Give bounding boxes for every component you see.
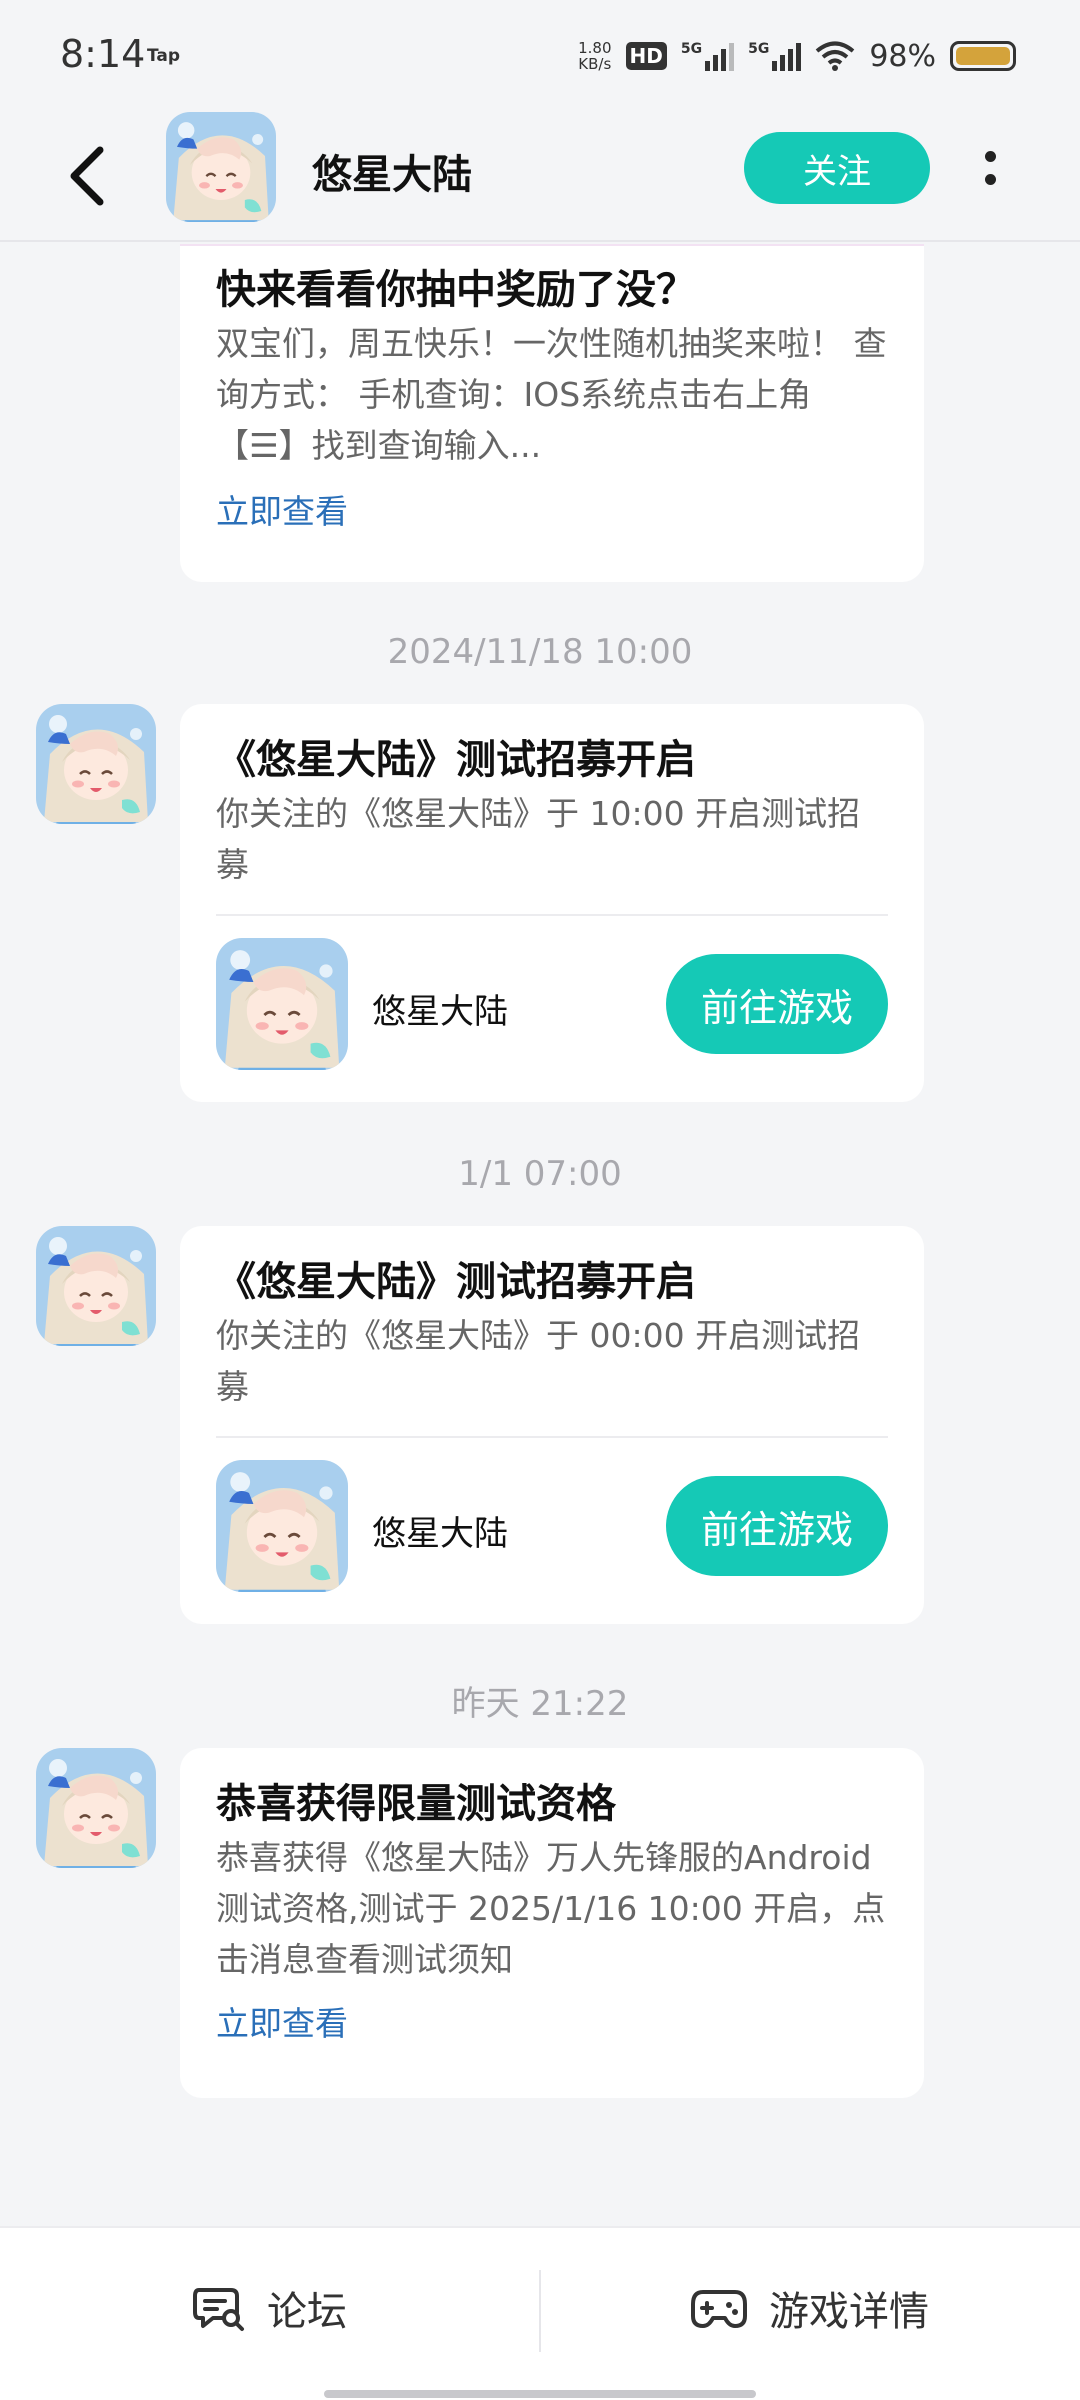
game-details-tab[interactable]: 游戏详情 xyxy=(540,2228,1080,2388)
status-time: 8:14 xyxy=(60,32,146,76)
more-dot-icon xyxy=(984,174,996,185)
network-speed: 1.80 KB/s xyxy=(578,40,611,72)
game-details-label: 游戏详情 xyxy=(769,2289,929,2335)
status-bar: 8:14 Tap 1.80 KB/s HD 5G 5G 98% xyxy=(0,0,1080,112)
message-card[interactable]: 恭喜获得限量测试资格 恭喜获得《悠星大陆》万人先锋服的Android测试资格,测… xyxy=(180,1748,924,2098)
sim1-network-type: 5G xyxy=(680,41,703,57)
forum-tab[interactable]: 论坛 xyxy=(0,2228,540,2388)
message-body: 双宝们，周五快乐！一次性随机抽奖来啦！ 查询方式： 手机查询：IOS系统点击右上… xyxy=(216,324,887,465)
game-icon[interactable] xyxy=(216,938,348,1070)
status-indicators: 1.80 KB/s HD 5G 5G 98% xyxy=(578,34,1016,78)
follow-button[interactable]: 关注 xyxy=(744,132,930,204)
message-title: 恭喜获得限量测试资格 xyxy=(216,1781,616,1827)
message-body: 你关注的《悠星大陆》于 00:00 开启测试招募 xyxy=(216,1316,861,1406)
message-card[interactable]: 《悠星大陆》测试招募开启 你关注的《悠星大陆》于 00:00 开启测试招募 悠星… xyxy=(180,1226,924,1624)
game-avatar[interactable] xyxy=(166,112,276,222)
view-now-link[interactable]: 立即查看 xyxy=(216,487,888,537)
sender-avatar[interactable] xyxy=(36,704,156,824)
game-name: 悠星大陆 xyxy=(372,992,508,1032)
signal-icon-sim2: 5G xyxy=(748,41,802,71)
gamepad-icon xyxy=(691,2290,747,2328)
sim2-network-type: 5G xyxy=(748,41,770,57)
go-to-game-button[interactable]: 前往游戏 xyxy=(666,1476,888,1576)
message-card[interactable]: 快来看看你抽中奖励了没？ 双宝们，周五快乐！一次性随机抽奖来啦！ 查询方式： 手… xyxy=(180,244,924,582)
battery-icon xyxy=(950,41,1016,71)
message-title: 《悠星大陆》测试招募开启 xyxy=(216,1259,696,1305)
wifi-icon xyxy=(816,41,855,71)
message-timestamp: 2024/11/18 10:00 xyxy=(387,632,693,672)
game-icon[interactable] xyxy=(216,1460,348,1592)
message-title: 《悠星大陆》测试招募开启 xyxy=(216,737,696,783)
network-speed-unit: KB/s xyxy=(578,55,612,73)
back-button[interactable] xyxy=(56,136,116,216)
chevron-left-icon xyxy=(70,146,104,206)
chat-header: 悠星大陆 关注 xyxy=(0,112,1080,242)
more-dot-icon xyxy=(984,151,996,162)
page-title: 悠星大陆 xyxy=(312,152,472,198)
go-to-game-button[interactable]: 前往游戏 xyxy=(666,954,888,1054)
more-options-button[interactable] xyxy=(970,138,1010,198)
message-feed[interactable]: 快来看看你抽中奖励了没？ 双宝们，周五快乐！一次性随机抽奖来啦！ 查询方式： 手… xyxy=(0,244,1080,2224)
game-row: 悠星大陆 前往游戏 xyxy=(216,916,888,1106)
message-title: 快来看看你抽中奖励了没？ xyxy=(216,267,696,313)
signal-icon-sim1: 5G xyxy=(680,41,735,71)
hd-voice-icon: HD xyxy=(625,42,667,70)
network-speed-value: 1.80 xyxy=(578,39,612,57)
message-timestamp: 昨天 21:22 xyxy=(451,1684,629,1724)
message-timestamp: 1/1 07:00 xyxy=(458,1154,622,1194)
forum-label: 论坛 xyxy=(267,2289,347,2335)
taptap-notification-icon: Tap xyxy=(147,46,181,66)
view-now-link[interactable]: 立即查看 xyxy=(216,1999,888,2049)
forum-icon xyxy=(193,2288,244,2331)
home-indicator[interactable] xyxy=(324,2390,756,2398)
message-card[interactable]: 《悠星大陆》测试招募开启 你关注的《悠星大陆》于 10:00 开启测试招募 悠星… xyxy=(180,704,924,1102)
battery-percentage: 98% xyxy=(869,38,936,74)
game-row: 悠星大陆 前往游戏 xyxy=(216,1438,888,1628)
game-name: 悠星大陆 xyxy=(372,1514,508,1554)
message-body: 恭喜获得《悠星大陆》万人先锋服的Android测试资格,测试于 2025/1/1… xyxy=(216,1838,886,1979)
sender-avatar[interactable] xyxy=(36,1226,156,1346)
sender-avatar[interactable] xyxy=(36,1748,156,1868)
bottom-bar: 论坛 游戏详情 xyxy=(0,2226,1080,2400)
message-body: 你关注的《悠星大陆》于 10:00 开启测试招募 xyxy=(216,794,861,884)
